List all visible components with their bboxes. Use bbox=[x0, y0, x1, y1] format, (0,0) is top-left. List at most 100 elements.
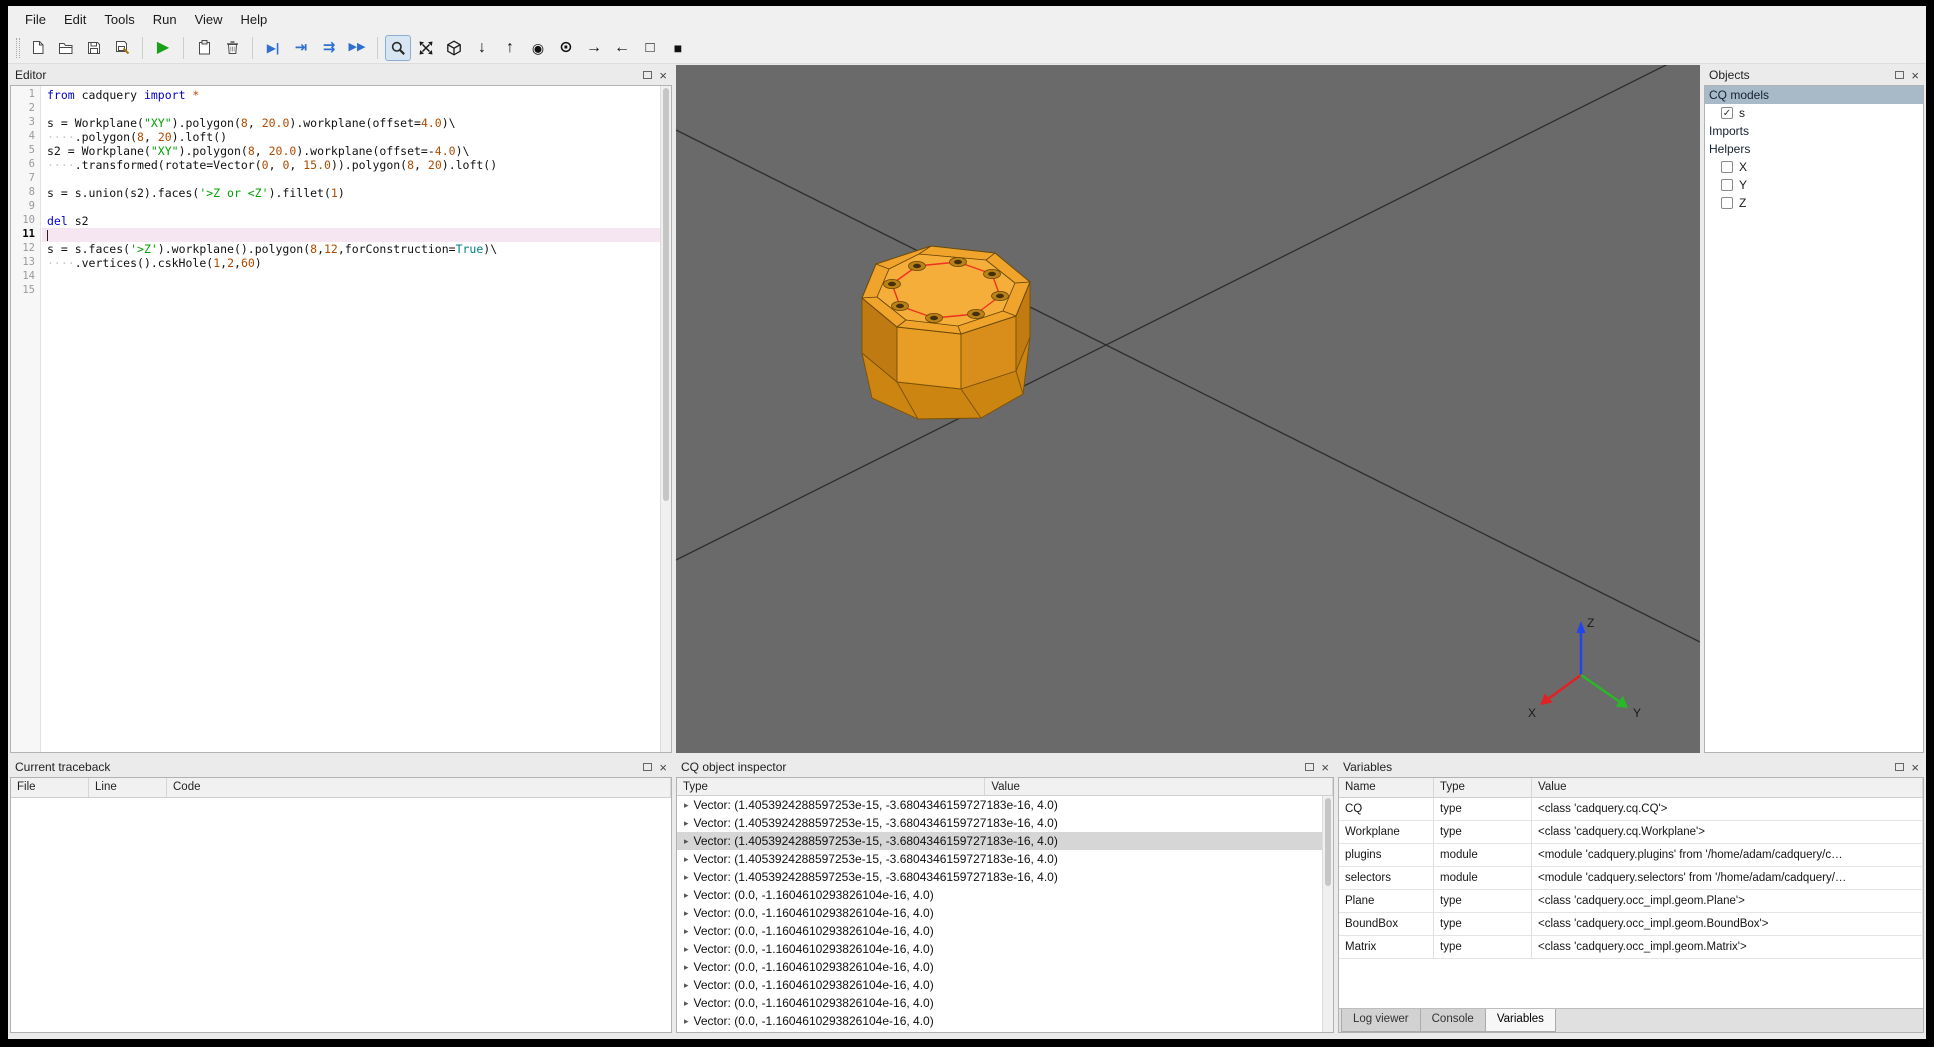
viewport-3d[interactable]: Z X Y bbox=[675, 47, 1701, 753]
checkbox-x[interactable] bbox=[1721, 161, 1733, 173]
editor-code[interactable]: from cadquery import * s = Workplane("XY"… bbox=[42, 86, 660, 752]
tree-group-cq-models[interactable]: CQ models bbox=[1705, 86, 1923, 104]
column-header-file[interactable]: File bbox=[11, 778, 89, 797]
editor-line-7[interactable] bbox=[42, 172, 660, 186]
editor-line-9[interactable] bbox=[42, 200, 660, 214]
continue-icon[interactable]: ▶▶ bbox=[344, 35, 370, 61]
editor-line-6[interactable]: ····.transformed(rotate=Vector(0, 0, 15.… bbox=[42, 158, 660, 172]
inspector-row[interactable]: ▸ Vector: (0.0, -1.1604610293826104e-16, … bbox=[677, 904, 1322, 922]
column-header-value[interactable]: Value bbox=[1532, 778, 1923, 797]
editor-line-3[interactable]: s = Workplane("XY").polygon(8, 20.0).wor… bbox=[42, 116, 660, 130]
expand-arrow-icon[interactable]: ▸ bbox=[684, 908, 689, 919]
toolbar-grip[interactable] bbox=[16, 37, 20, 58]
close-icon[interactable]: × bbox=[1911, 69, 1919, 82]
inspector-row[interactable]: ▸ Vector: (0.0, -1.1604610293826104e-16, … bbox=[677, 940, 1322, 958]
inspector-row[interactable]: ▸ Vector: (0.0, -1.1604610293826104e-16, … bbox=[677, 976, 1322, 994]
view-left-icon[interactable]: ← bbox=[609, 35, 635, 61]
tree-item-z[interactable]: Z bbox=[1705, 194, 1923, 212]
column-header-value[interactable]: Value bbox=[985, 778, 1333, 795]
menu-view[interactable]: View bbox=[186, 8, 232, 31]
new-file-icon[interactable] bbox=[25, 35, 51, 61]
fit-view-icon[interactable] bbox=[413, 35, 439, 61]
float-icon[interactable] bbox=[643, 763, 653, 771]
inspector-row[interactable]: ▸ Vector: (0.0, -1.1604610293826104e-16, … bbox=[677, 958, 1322, 976]
menu-file[interactable]: File bbox=[16, 8, 55, 31]
expand-arrow-icon[interactable]: ▸ bbox=[684, 818, 689, 829]
column-header-type[interactable]: Type bbox=[1434, 778, 1532, 797]
save-icon[interactable] bbox=[81, 35, 107, 61]
tab-log-viewer[interactable]: Log viewer bbox=[1341, 1009, 1421, 1032]
variable-row[interactable]: Workplane type <class 'cadquery.cq.Workpla… bbox=[1339, 821, 1923, 844]
tree-item-x[interactable]: X bbox=[1705, 158, 1923, 176]
variable-row[interactable]: selectors module <module 'cadquery.selecto… bbox=[1339, 867, 1923, 890]
expand-arrow-icon[interactable]: ▸ bbox=[684, 998, 689, 1009]
editor-line-12[interactable]: s = s.faces('>Z').workplane().polygon(8,… bbox=[42, 242, 660, 256]
float-icon[interactable] bbox=[1895, 763, 1905, 771]
expand-arrow-icon[interactable]: ▸ bbox=[684, 872, 689, 883]
editor-line-13[interactable]: ····.vertices().cskHole(1,2,60) bbox=[42, 256, 660, 270]
close-icon[interactable]: × bbox=[1911, 761, 1919, 774]
expand-arrow-icon[interactable]: ▸ bbox=[684, 944, 689, 955]
inspector-row[interactable]: ▸ Vector: (0.0, -1.1604610293826104e-16, … bbox=[677, 994, 1322, 1012]
tree-group-imports[interactable]: Imports bbox=[1705, 122, 1923, 140]
editor-line-4[interactable]: ····.polygon(8, 20).loft() bbox=[42, 130, 660, 144]
float-icon[interactable] bbox=[643, 71, 653, 79]
shaded-icon[interactable]: ■ bbox=[665, 35, 691, 61]
menu-help[interactable]: Help bbox=[232, 8, 277, 31]
column-header-type[interactable]: Type bbox=[677, 778, 986, 795]
inspector-scrollbar[interactable] bbox=[1322, 796, 1333, 1032]
expand-arrow-icon[interactable]: ▸ bbox=[684, 962, 689, 973]
menu-edit[interactable]: Edit bbox=[55, 8, 95, 31]
wireframe-icon[interactable]: □ bbox=[637, 35, 663, 61]
view-right-icon[interactable]: → bbox=[581, 35, 607, 61]
magnifier-icon[interactable] bbox=[385, 34, 411, 61]
tree-group-helpers[interactable]: Helpers bbox=[1705, 140, 1923, 158]
checkbox-z[interactable] bbox=[1721, 197, 1733, 209]
expand-arrow-icon[interactable]: ▸ bbox=[684, 926, 689, 937]
close-icon[interactable]: × bbox=[659, 761, 667, 774]
expand-arrow-icon[interactable]: ▸ bbox=[684, 980, 689, 991]
tree-item-s[interactable]: ✓ s bbox=[1705, 104, 1923, 122]
variable-row[interactable]: CQ type <class 'cadquery.cq.CQ'> bbox=[1339, 798, 1923, 821]
tab-variables[interactable]: Variables bbox=[1484, 1009, 1556, 1032]
trash-icon[interactable] bbox=[219, 35, 245, 61]
menu-run[interactable]: Run bbox=[144, 8, 186, 31]
inspector-row[interactable]: ▸ Vector: (0.0, -1.1604610293826104e-16, … bbox=[677, 1012, 1322, 1030]
inspector-row[interactable]: ▸ Vector: (0.0, -1.1604610293826104e-16, … bbox=[677, 886, 1322, 904]
column-header-line[interactable]: Line bbox=[89, 778, 167, 797]
step-icon[interactable]: ⇥ bbox=[288, 35, 314, 61]
tree-item-y[interactable]: Y bbox=[1705, 176, 1923, 194]
view-up-icon[interactable]: ↑ bbox=[497, 35, 523, 61]
editor-line-8[interactable]: s = s.union(s2).faces('>Z or <Z').fillet… bbox=[42, 186, 660, 200]
editor-line-2[interactable] bbox=[42, 102, 660, 116]
clipboard-icon[interactable] bbox=[191, 35, 217, 61]
run-icon[interactable]: ▶ bbox=[150, 35, 176, 61]
inspector-row[interactable]: ▸ Vector: (1.4053924288597253e-15, -3.680… bbox=[677, 796, 1322, 814]
inspector-row[interactable]: ▸ Vector: (1.4053924288597253e-15, -3.680… bbox=[677, 850, 1322, 868]
view-down-icon[interactable]: ↓ bbox=[469, 35, 495, 61]
editor-line-1[interactable]: from cadquery import * bbox=[42, 88, 660, 102]
inspector-row[interactable]: ▸ Vector: (1.4053924288597253e-15, -3.680… bbox=[677, 832, 1322, 850]
editor-line-10[interactable]: del s2 bbox=[42, 214, 660, 228]
checkbox-s[interactable]: ✓ bbox=[1721, 107, 1733, 119]
expand-arrow-icon[interactable]: ▸ bbox=[684, 800, 689, 811]
debug-icon[interactable]: ▶| bbox=[260, 35, 286, 61]
close-icon[interactable]: × bbox=[1321, 761, 1329, 774]
step-over-icon[interactable]: ⇉ bbox=[316, 35, 342, 61]
variable-row[interactable]: Matrix type <class 'cadquery.occ_impl.geom… bbox=[1339, 936, 1923, 959]
editor-line-5[interactable]: s2 = Workplane("XY").polygon(8, 20.0).wo… bbox=[42, 144, 660, 158]
menu-tools[interactable]: Tools bbox=[95, 8, 143, 31]
editor-line-14[interactable] bbox=[42, 270, 660, 284]
expand-arrow-icon[interactable]: ▸ bbox=[684, 854, 689, 865]
variable-row[interactable]: Plane type <class 'cadquery.occ_impl.geom.… bbox=[1339, 890, 1923, 913]
float-icon[interactable] bbox=[1895, 71, 1905, 79]
inspector-row[interactable]: ▸ Vector: (1.4053924288597253e-15, -3.680… bbox=[677, 868, 1322, 886]
column-header-name[interactable]: Name bbox=[1339, 778, 1434, 797]
editor-line-11[interactable] bbox=[42, 228, 660, 242]
open-icon[interactable] bbox=[53, 35, 79, 61]
inspector-row[interactable]: ▸ Vector: (1.4053924288597253e-15, -3.680… bbox=[677, 814, 1322, 832]
view-back-icon[interactable]: ⊙ bbox=[553, 35, 579, 61]
iso-view-icon[interactable] bbox=[441, 35, 467, 61]
variable-row[interactable]: BoundBox type <class 'cadquery.occ_impl.ge… bbox=[1339, 913, 1923, 936]
expand-arrow-icon[interactable]: ▸ bbox=[684, 1016, 689, 1027]
